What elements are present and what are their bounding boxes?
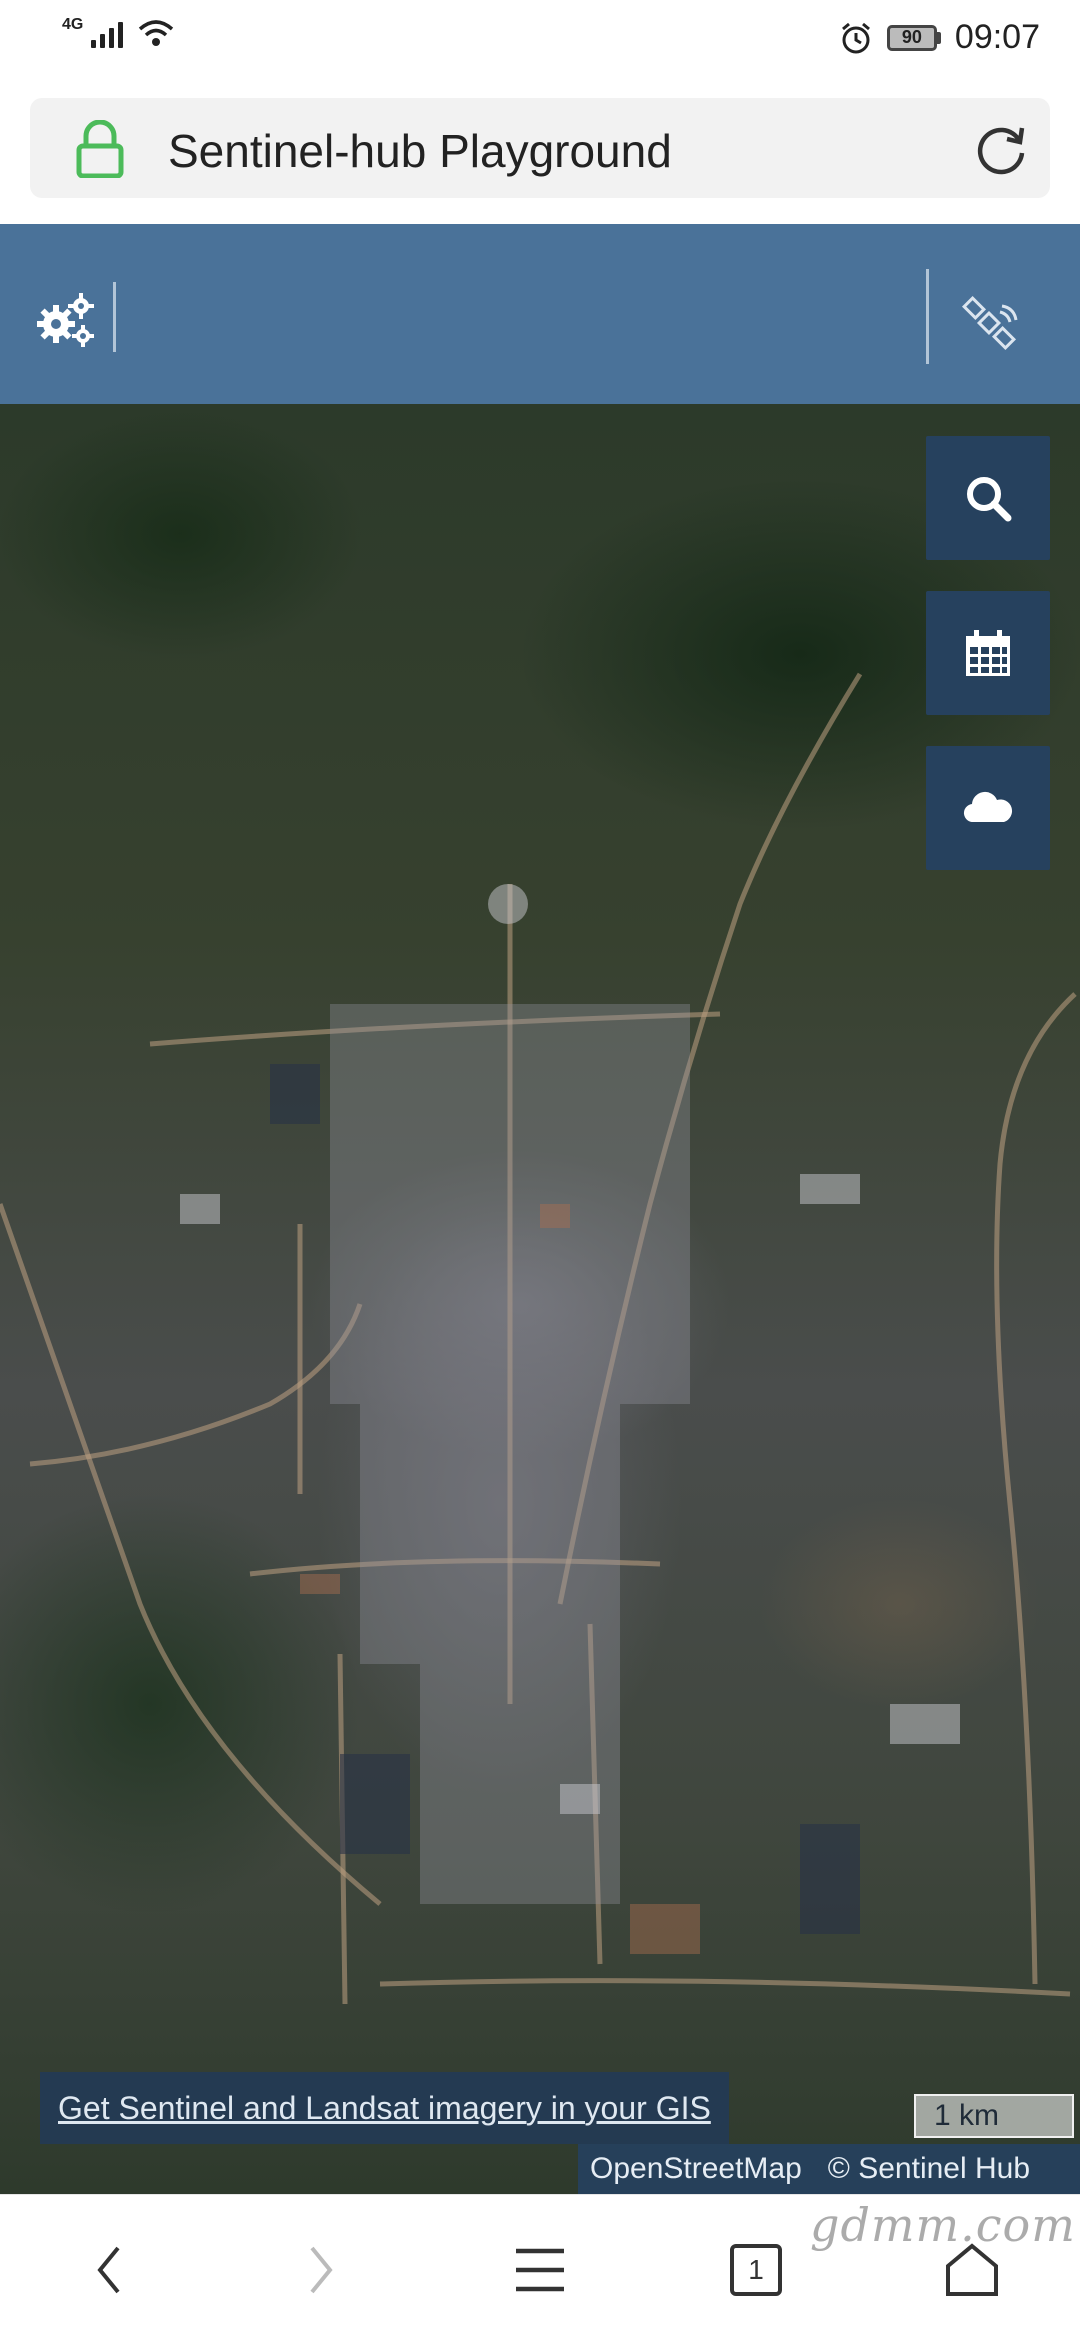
alarm-icon	[841, 22, 870, 53]
header-divider	[113, 282, 116, 352]
back-icon	[97, 2246, 120, 2294]
signal-icon	[91, 18, 124, 48]
satellite-map[interactable]: Get Sentinel and Landsat imagery in your…	[0, 404, 1080, 2194]
watermark: gdmm.com	[810, 2198, 1076, 2252]
reload-icon[interactable]	[972, 120, 1030, 178]
search-button[interactable]	[926, 436, 1050, 560]
search-icon	[967, 477, 1012, 522]
forward-icon	[310, 2246, 333, 2294]
calendar-button[interactable]	[926, 591, 1050, 715]
scale-bar: 1 km	[914, 2094, 1074, 2138]
wifi-icon	[139, 20, 174, 46]
lock-icon	[76, 120, 124, 178]
cloud-icon	[963, 791, 1013, 823]
cloud-coverage-button[interactable]	[926, 746, 1050, 870]
header-divider	[926, 269, 929, 364]
gis-promo-link[interactable]: Get Sentinel and Landsat imagery in your…	[40, 2072, 729, 2144]
map-imagery	[0, 672, 1077, 2005]
app-header	[0, 224, 1080, 404]
map-attribution: OpenStreetMap © Sentinel Hub	[578, 2144, 1080, 2194]
url-bar[interactable]: Sentinel-hub Playground	[30, 98, 1050, 198]
attribution-sentinel-link[interactable]: © Sentinel Hub	[828, 2152, 1030, 2186]
menu-icon	[516, 2248, 564, 2292]
settings-icon[interactable]	[34, 290, 96, 350]
status-bar: 4G 90 09:07	[0, 0, 1080, 75]
attribution-osm-link[interactable]: OpenStreetMap	[590, 2152, 802, 2186]
forward-button[interactable]	[282, 2235, 362, 2305]
tabs-icon: 1	[730, 2244, 782, 2296]
tabs-button[interactable]: 1	[716, 2235, 796, 2305]
network-type: 4G	[62, 16, 84, 33]
back-button[interactable]	[68, 2235, 148, 2305]
battery-level: 90	[886, 24, 937, 51]
satellite-icon[interactable]	[960, 294, 1020, 354]
status-right: 90 09:07	[839, 18, 1040, 57]
menu-button[interactable]	[500, 2235, 580, 2305]
battery-icon: 90	[886, 24, 941, 51]
page-title[interactable]: Sentinel-hub Playground	[168, 124, 672, 178]
status-left: 4G	[62, 16, 175, 48]
calendar-icon	[966, 630, 1010, 676]
clock: 09:07	[954, 18, 1040, 56]
